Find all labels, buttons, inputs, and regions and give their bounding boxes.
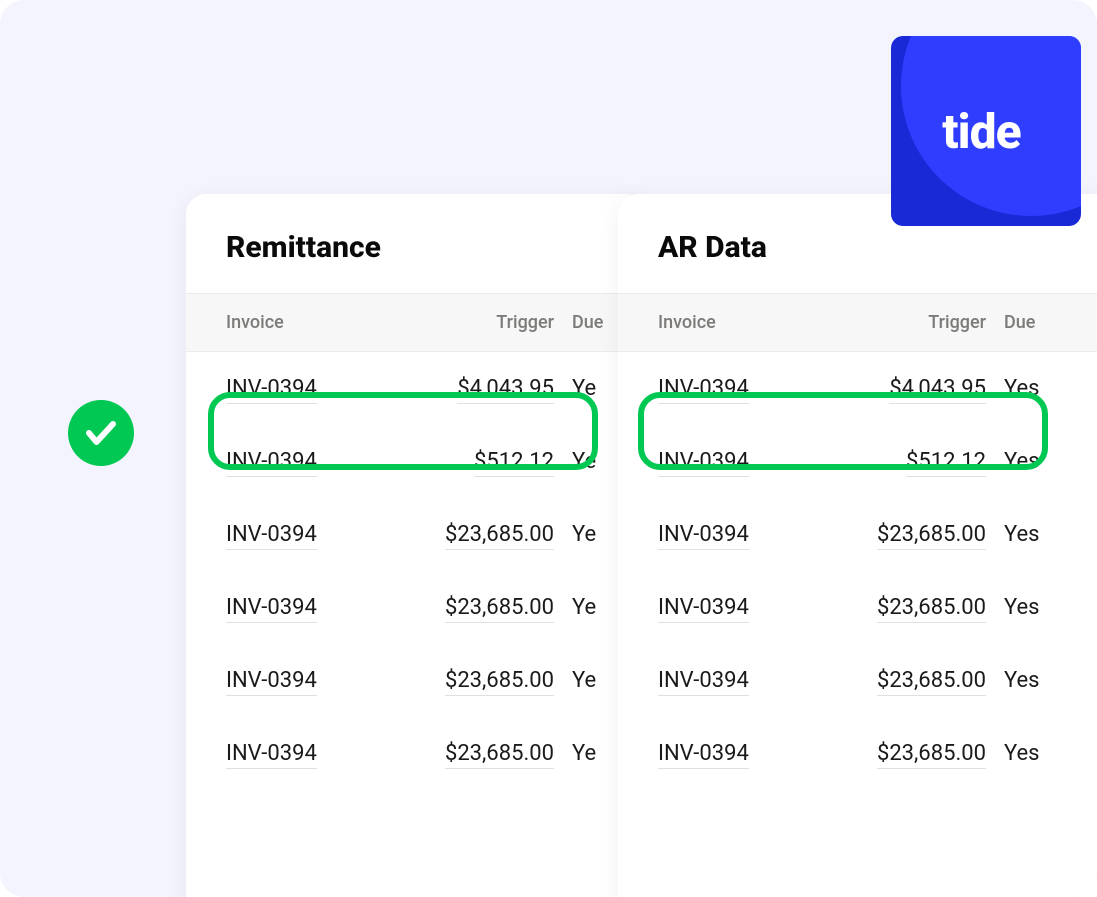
cell-trigger: $4,043.95 xyxy=(836,376,1004,401)
cell-trigger: $512.12 xyxy=(836,449,1004,474)
table-row: INV-0394$23,685.00Ye xyxy=(186,498,646,571)
table-row: INV-0394 $23,685.00 Yes xyxy=(618,717,1097,790)
cell-trigger: $23,685.00 xyxy=(836,668,1004,693)
cell-invoice-text: INV-0394 xyxy=(226,741,317,769)
table-row: INV-0394$23,685.00Ye xyxy=(186,717,646,790)
cell-invoice: INV-0394 xyxy=(658,522,836,547)
cell-due: Yes xyxy=(1004,668,1084,693)
cell-due: Yes xyxy=(1004,522,1084,547)
cell-invoice: INV-0394 xyxy=(658,668,836,693)
table-header-ar-data: Invoice Trigger Due xyxy=(618,293,1097,352)
cell-invoice: INV-0394 xyxy=(658,595,836,620)
col-header-invoice: Invoice xyxy=(226,312,404,333)
col-header-invoice: Invoice xyxy=(658,312,836,333)
cell-trigger-text: $23,685.00 xyxy=(877,595,986,623)
cell-due: Yes xyxy=(1004,741,1084,766)
cell-trigger-text: $23,685.00 xyxy=(877,741,986,769)
cell-invoice: INV-0394 xyxy=(226,522,404,547)
cell-invoice-text: INV-0394 xyxy=(226,449,317,477)
cell-trigger-text: $23,685.00 xyxy=(445,522,554,550)
cell-invoice: INV-0394 xyxy=(226,741,404,766)
table-row: INV-0394$23,685.00Ye xyxy=(186,571,646,644)
cell-trigger: $23,685.00 xyxy=(404,741,572,766)
brand-logo-tide: tide xyxy=(891,36,1081,226)
col-header-due: Due xyxy=(1004,312,1084,333)
cell-invoice-text: INV-0394 xyxy=(658,741,749,769)
cell-trigger: $23,685.00 xyxy=(404,595,572,620)
cell-trigger: $512.12 xyxy=(404,449,572,474)
cell-invoice-text: INV-0394 xyxy=(658,522,749,550)
cell-trigger-text: $512.12 xyxy=(474,449,554,477)
cell-trigger-text: $23,685.00 xyxy=(445,668,554,696)
cell-invoice: INV-0394 xyxy=(658,741,836,766)
table-row: INV-0394 $23,685.00 Yes xyxy=(618,498,1097,571)
brand-name: tide xyxy=(942,103,1020,160)
cell-trigger: $23,685.00 xyxy=(836,595,1004,620)
cell-trigger-text: $4,043.95 xyxy=(889,376,986,404)
col-header-trigger: Trigger xyxy=(404,312,572,333)
cell-invoice: INV-0394 xyxy=(226,376,404,401)
cell-trigger-text: $23,685.00 xyxy=(877,668,986,696)
cell-invoice-text: INV-0394 xyxy=(226,668,317,696)
cell-invoice-text: INV-0394 xyxy=(658,376,749,404)
cell-invoice-text: INV-0394 xyxy=(226,376,317,404)
table-row: INV-0394 $512.12 Yes xyxy=(618,425,1097,498)
cell-trigger-text: $23,685.00 xyxy=(877,522,986,550)
cell-due: Yes xyxy=(1004,449,1084,474)
panel-title-remittance: Remittance xyxy=(186,194,646,293)
brand-logo-dot xyxy=(1023,141,1030,148)
panel-ar-data: AR Data Invoice Trigger Due INV-0394$4,0… xyxy=(618,194,1097,897)
cell-trigger: $4,043.95 xyxy=(404,376,572,401)
check-icon xyxy=(68,400,134,466)
table-row: INV-0394 $23,685.00 Yes xyxy=(618,644,1097,717)
cell-due: Yes xyxy=(1004,595,1084,620)
table-header-remittance: Invoice Trigger Due xyxy=(186,293,646,352)
cell-invoice: INV-0394 xyxy=(226,668,404,693)
cell-due: Yes xyxy=(1004,376,1084,401)
table-row: INV-0394$23,685.00Ye xyxy=(186,644,646,717)
col-header-trigger: Trigger xyxy=(836,312,1004,333)
table-row: INV-0394$512.12Ye xyxy=(186,425,646,498)
cell-trigger-text: $23,685.00 xyxy=(445,595,554,623)
cell-invoice: INV-0394 xyxy=(226,449,404,474)
cell-invoice-text: INV-0394 xyxy=(658,668,749,696)
table-row: INV-0394$4,043.95Ye xyxy=(186,352,646,425)
table-body-ar-data: INV-0394$4,043.95YesINV-0394$512.12YesIN… xyxy=(618,352,1097,790)
table-row: INV-0394 $4,043.95 Yes xyxy=(618,352,1097,425)
cell-trigger: $23,685.00 xyxy=(836,522,1004,547)
cell-trigger-text: $512.12 xyxy=(906,449,986,477)
cell-invoice: INV-0394 xyxy=(226,595,404,620)
cell-trigger: $23,685.00 xyxy=(836,741,1004,766)
cell-invoice-text: INV-0394 xyxy=(226,522,317,550)
cell-trigger: $23,685.00 xyxy=(404,522,572,547)
cell-invoice-text: INV-0394 xyxy=(658,449,749,477)
cell-invoice-text: INV-0394 xyxy=(658,595,749,623)
cell-invoice-text: INV-0394 xyxy=(226,595,317,623)
cell-trigger-text: $23,685.00 xyxy=(445,741,554,769)
table-body-remittance: INV-0394$4,043.95YeINV-0394$512.12YeINV-… xyxy=(186,352,646,790)
brand-logo-text: tide xyxy=(942,103,1029,160)
cell-trigger: $23,685.00 xyxy=(404,668,572,693)
cell-invoice: INV-0394 xyxy=(658,449,836,474)
cell-trigger-text: $4,043.95 xyxy=(457,376,554,404)
table-row: INV-0394 $23,685.00 Yes xyxy=(618,571,1097,644)
cell-invoice: INV-0394 xyxy=(658,376,836,401)
panel-remittance: Remittance Invoice Trigger Due INV-0394 $… xyxy=(186,194,646,897)
illustration-container: tide Remittance Invoice Trigger Due INV-… xyxy=(0,0,1097,897)
